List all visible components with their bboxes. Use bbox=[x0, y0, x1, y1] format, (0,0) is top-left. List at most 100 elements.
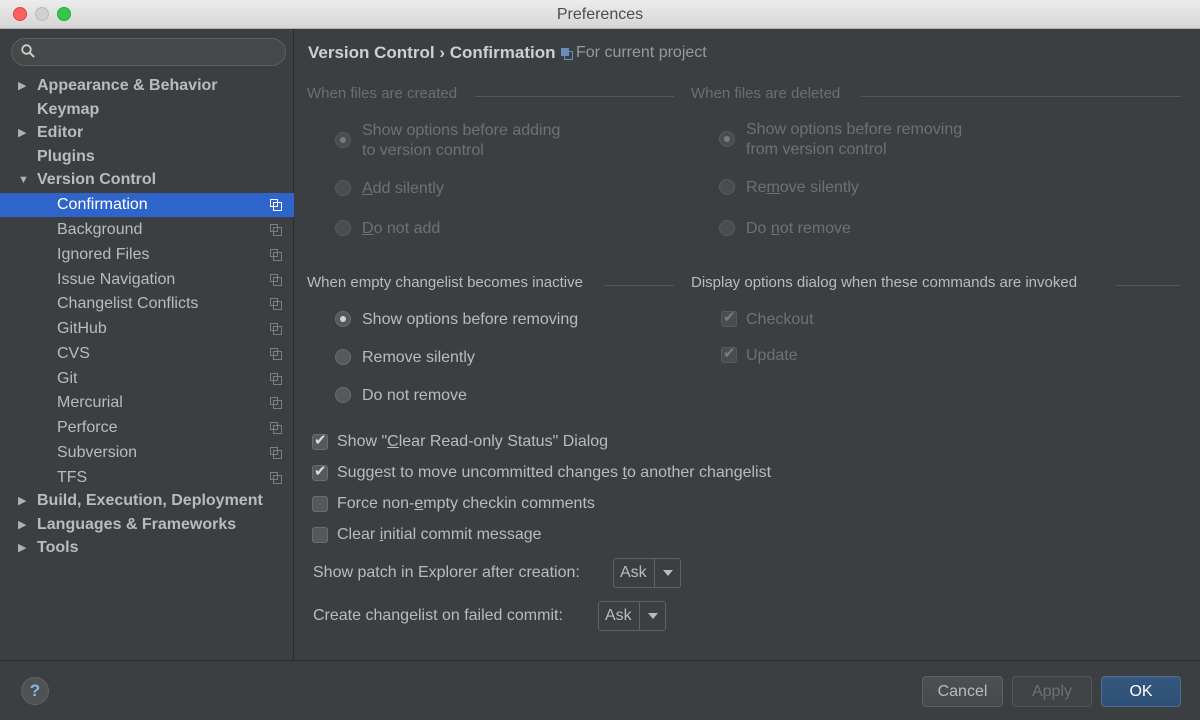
empty-changelist-show-options-radio[interactable] bbox=[335, 311, 351, 327]
sidebar-item-label: Build, Execution, Deployment bbox=[37, 492, 263, 509]
project-scope-icon bbox=[270, 348, 282, 360]
sidebar-item-label: Tools bbox=[37, 539, 79, 556]
sidebar-item-github[interactable]: GitHub bbox=[0, 317, 294, 341]
window-title: Preferences bbox=[556, 6, 644, 23]
project-scope-icon bbox=[561, 48, 573, 60]
sidebar-item-languages-frameworks[interactable]: ▶ Languages & Frameworks bbox=[0, 513, 294, 537]
update-label: Update bbox=[746, 347, 798, 364]
sidebar-item-mercurial[interactable]: Mercurial bbox=[0, 391, 294, 415]
failed-commit-select[interactable]: Ask bbox=[598, 601, 666, 631]
sidebar-item-label: Changelist Conflicts bbox=[57, 295, 199, 312]
clear-commit-message-label: Clear initial commit message bbox=[337, 525, 542, 545]
sidebar-item-ignored-files[interactable]: Ignored Files bbox=[0, 243, 294, 267]
option-line: to version control bbox=[362, 142, 484, 159]
sidebar-item-editor[interactable]: ▶ Editor bbox=[0, 121, 294, 145]
sidebar-item-perforce[interactable]: Perforce bbox=[0, 416, 294, 440]
sidebar-item-subversion[interactable]: Subversion bbox=[0, 441, 294, 465]
force-checkin-comments-checkbox[interactable] bbox=[312, 496, 328, 512]
scope-label: For current project bbox=[561, 44, 707, 62]
sidebar-item-background[interactable]: Background bbox=[0, 218, 294, 242]
option-text: ot remove bbox=[779, 220, 851, 237]
files-deleted-remove-silently-radio[interactable] bbox=[719, 179, 735, 195]
clear-commit-message-checkbox[interactable] bbox=[312, 527, 328, 543]
project-scope-icon bbox=[270, 472, 282, 484]
sidebar-item-tfs[interactable]: TFS bbox=[0, 466, 294, 490]
chevron-down-icon[interactable] bbox=[654, 559, 680, 587]
sidebar-item-label: Confirmation bbox=[57, 196, 148, 213]
expand-arrow-icon[interactable]: ▶ bbox=[18, 489, 26, 513]
files-deleted-show-options-label: Show options before removing from versio… bbox=[746, 120, 962, 160]
sidebar-item-label: GitHub bbox=[57, 320, 107, 337]
project-scope-icon bbox=[270, 422, 282, 434]
sidebar-item-build-execution-deployment[interactable]: ▶ Build, Execution, Deployment bbox=[0, 489, 294, 513]
sidebar-item-label: Perforce bbox=[57, 419, 118, 436]
project-scope-icon bbox=[270, 224, 282, 236]
option-text: dd silently bbox=[372, 180, 444, 197]
sidebar-item-label: Languages & Frameworks bbox=[37, 516, 237, 533]
mnemonic: A bbox=[362, 180, 373, 197]
expand-arrow-icon[interactable]: ▶ bbox=[18, 536, 26, 560]
search-icon bbox=[21, 44, 35, 58]
dialog-footer: ? Cancel Apply OK bbox=[0, 660, 1200, 720]
files-created-title: When files are created bbox=[307, 85, 458, 102]
select-value: Ask bbox=[605, 607, 632, 624]
sidebar-item-cvs[interactable]: CVS bbox=[0, 342, 294, 366]
option-text: Force non- bbox=[337, 495, 415, 512]
sidebar-item-label: Appearance & Behavior bbox=[37, 77, 218, 94]
mnemonic: D bbox=[362, 220, 374, 237]
empty-changelist-title: When empty changelist becomes inactive bbox=[307, 274, 583, 291]
settings-search-input[interactable] bbox=[11, 38, 286, 66]
failed-commit-label: Create changelist on failed commit: bbox=[313, 607, 563, 624]
files-created-add-silently-radio[interactable] bbox=[335, 180, 351, 196]
cancel-button[interactable]: Cancel bbox=[922, 676, 1003, 707]
project-scope-icon bbox=[270, 397, 282, 409]
collapse-arrow-icon[interactable]: ▼ bbox=[18, 168, 29, 192]
empty-changelist-remove-silently-radio[interactable] bbox=[335, 349, 351, 365]
option-line: from version control bbox=[746, 141, 887, 158]
select-value: Ask bbox=[620, 564, 647, 581]
checkout-checkbox[interactable] bbox=[721, 308, 737, 327]
project-scope-icon bbox=[270, 249, 282, 261]
title-bar: Preferences bbox=[0, 0, 1200, 29]
sidebar-item-label: Subversion bbox=[57, 444, 138, 461]
files-deleted-title: When files are deleted bbox=[691, 85, 841, 102]
sidebar-item-issue-navigation[interactable]: Issue Navigation bbox=[0, 268, 294, 292]
expand-arrow-icon[interactable]: ▶ bbox=[18, 121, 26, 145]
sidebar-item-changelist-conflicts[interactable]: Changelist Conflicts bbox=[0, 292, 294, 316]
empty-changelist-do-not-remove-radio[interactable] bbox=[335, 387, 351, 403]
show-patch-label: Show patch in Explorer after creation: bbox=[313, 564, 580, 581]
sidebar-item-git[interactable]: Git bbox=[0, 367, 294, 391]
sidebar-item-label: Plugins bbox=[37, 148, 95, 165]
project-scope-icon bbox=[270, 373, 282, 385]
option-text: o another changelist bbox=[626, 464, 772, 481]
sidebar-item-plugins[interactable]: Plugins bbox=[0, 145, 294, 169]
files-created-show-options-radio[interactable] bbox=[335, 132, 351, 148]
suggest-move-changes-checkbox[interactable] bbox=[312, 462, 328, 481]
force-checkin-comments-label: Force non-empty checkin comments bbox=[337, 494, 595, 514]
divider bbox=[475, 96, 674, 97]
files-created-show-options-label: Show options before adding to version co… bbox=[362, 121, 560, 161]
sidebar-item-tools[interactable]: ▶ Tools bbox=[0, 536, 294, 560]
chevron-down-icon[interactable] bbox=[639, 602, 665, 630]
files-deleted-show-options-radio[interactable] bbox=[719, 131, 735, 147]
expand-arrow-icon[interactable]: ▶ bbox=[18, 74, 26, 98]
show-patch-select[interactable]: Ask bbox=[613, 558, 681, 588]
sidebar-item-keymap[interactable]: Keymap bbox=[0, 98, 294, 122]
apply-button[interactable]: Apply bbox=[1012, 676, 1092, 707]
option-text: Do bbox=[746, 220, 771, 237]
help-button[interactable]: ? bbox=[21, 677, 49, 705]
mnemonic: m bbox=[766, 179, 780, 196]
sidebar-item-version-control[interactable]: ▼ Version Control bbox=[0, 168, 294, 192]
sidebar-item-appearance-behavior[interactable]: ▶ Appearance & Behavior bbox=[0, 74, 294, 98]
divider bbox=[1115, 285, 1181, 286]
ok-button[interactable]: OK bbox=[1101, 676, 1181, 707]
show-clear-readonly-checkbox[interactable] bbox=[312, 431, 328, 450]
sidebar-item-confirmation[interactable]: Confirmation bbox=[0, 193, 294, 217]
expand-arrow-icon[interactable]: ▶ bbox=[18, 513, 26, 537]
files-deleted-do-not-remove-radio[interactable] bbox=[719, 220, 735, 236]
option-line: Show options before removing bbox=[746, 121, 963, 138]
update-checkbox[interactable] bbox=[721, 344, 737, 363]
project-scope-icon bbox=[270, 298, 282, 310]
sidebar-item-label: Background bbox=[57, 221, 143, 238]
files-created-do-not-add-radio[interactable] bbox=[335, 220, 351, 236]
